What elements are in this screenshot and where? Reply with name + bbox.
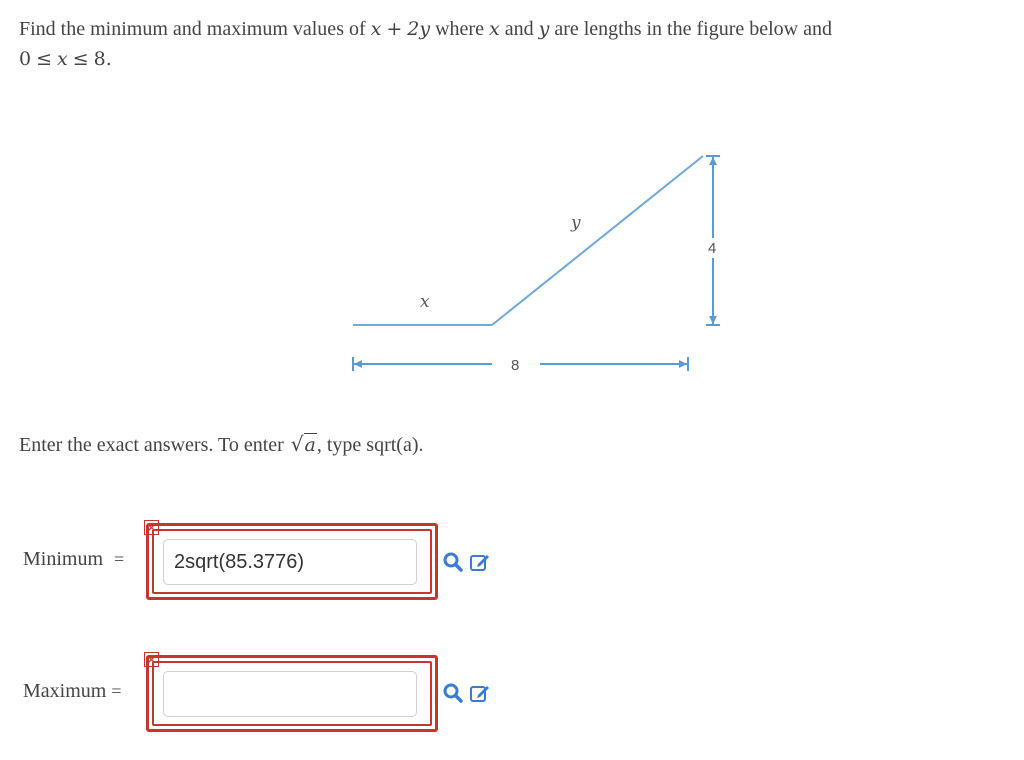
problem-text-find: Find the minimum and maximum values of bbox=[19, 18, 366, 40]
expr-plus: + bbox=[386, 18, 403, 40]
var-x: x bbox=[488, 18, 500, 40]
minimum-equals: = bbox=[114, 549, 125, 569]
width-dimension bbox=[352, 357, 689, 371]
minimum-input[interactable] bbox=[163, 539, 417, 585]
figure-svg: x y 4 8 bbox=[352, 155, 720, 374]
magnifier-icon[interactable] bbox=[442, 682, 464, 704]
label-x: x bbox=[420, 292, 430, 312]
ineq-le-2: ≤ bbox=[72, 48, 89, 70]
instructions-text-after: , type sqrt(a). bbox=[316, 434, 424, 456]
pencil-edit-icon[interactable] bbox=[469, 551, 491, 573]
minimum-label-row: Minimum = bbox=[23, 548, 124, 571]
expr-2y: 2y bbox=[407, 18, 431, 40]
expr-x: x bbox=[370, 18, 382, 40]
pencil-edit-icon[interactable] bbox=[469, 682, 491, 704]
ineq-le-1: ≤ bbox=[36, 48, 53, 70]
maximum-answer-box bbox=[146, 655, 438, 732]
var-y: y bbox=[538, 18, 550, 40]
label-y: y bbox=[570, 213, 581, 233]
label-height: 4 bbox=[708, 240, 716, 257]
problem-figure: x y 4 8 bbox=[340, 140, 740, 385]
maximum-input[interactable] bbox=[163, 671, 417, 717]
minimum-label: Minimum bbox=[23, 548, 104, 570]
problem-statement: Find the minimum and maximum values of x… bbox=[19, 14, 979, 74]
instructions-text-before: Enter the exact answers. To enter bbox=[19, 434, 284, 456]
ineq-eight: 8. bbox=[93, 48, 112, 70]
label-width: 8 bbox=[511, 357, 519, 374]
ineq-x: x bbox=[57, 48, 68, 70]
maximum-label-row: Maximum = bbox=[23, 680, 122, 703]
maximum-equals: = bbox=[111, 681, 122, 701]
sqrt-arg: a bbox=[303, 433, 317, 456]
maximum-label: Maximum bbox=[23, 680, 107, 702]
sqrt-expression: √a bbox=[289, 432, 317, 457]
problem-text-rest: are lengths in the figure below and bbox=[554, 18, 832, 40]
problem-text-where: where bbox=[435, 18, 484, 40]
ineq-zero: 0 bbox=[19, 48, 32, 70]
segment-y bbox=[491, 155, 704, 326]
problem-text-and: and bbox=[504, 18, 534, 40]
minimum-answer-box bbox=[146, 523, 438, 600]
magnifier-icon[interactable] bbox=[442, 551, 464, 573]
instructions: Enter the exact answers. To enter √a, ty… bbox=[19, 432, 424, 457]
sqrt-symbol: √ bbox=[290, 432, 304, 456]
